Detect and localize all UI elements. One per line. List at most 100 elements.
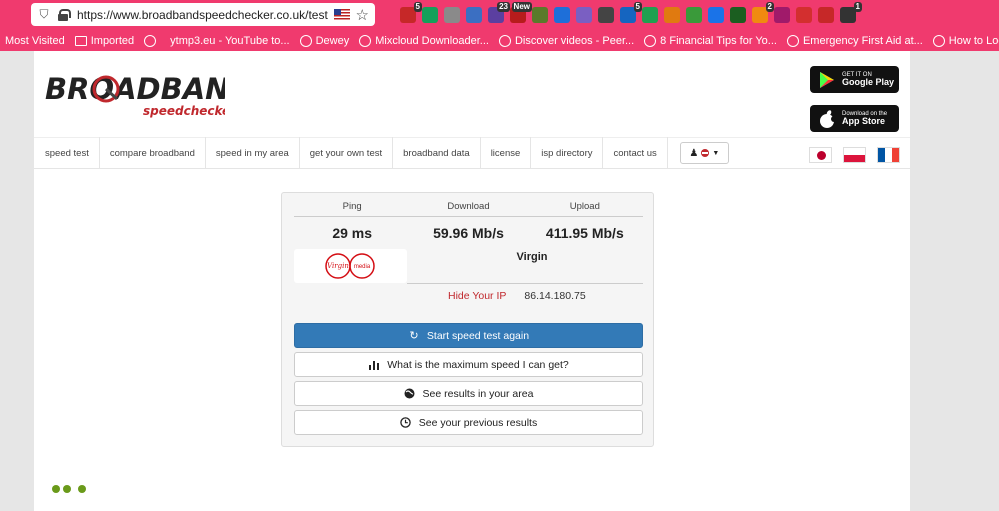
logo-graphic: BROADBAND speedchecker — [45, 72, 254, 118]
bookmark-item[interactable]: Imported — [74, 34, 135, 47]
star-outline-icon[interactable] — [598, 7, 614, 23]
honey-icon[interactable] — [664, 7, 680, 23]
start-speed-test-label: Start speed test again — [426, 329, 530, 342]
nav-get-your-own-test[interactable]: get your own test — [300, 137, 394, 169]
upload-label: Upload — [569, 201, 600, 212]
tracking-shield-icon[interactable]: ⛉ — [37, 7, 51, 22]
globe-icon — [498, 34, 511, 47]
us-flag-icon[interactable] — [333, 9, 350, 20]
hide-ip-link[interactable]: Hide Your IP — [448, 290, 506, 302]
folder-icon — [74, 35, 87, 46]
area-results-button[interactable]: See results in your area — [294, 381, 643, 406]
japan-flag-icon[interactable] — [809, 147, 832, 163]
bookmark-label: Emergency First Aid at... — [802, 34, 923, 47]
bookmark-label: Mixcloud Downloader... — [375, 34, 489, 47]
person-icon[interactable]: 1 — [840, 2, 862, 23]
arrows-icon[interactable] — [774, 7, 790, 23]
extension-badge: New — [511, 2, 532, 12]
max-speed-button[interactable]: What is the maximum speed I can get? — [294, 352, 643, 377]
bookmark-label: Imported — [90, 34, 135, 47]
ping-value: 29 ms — [332, 225, 373, 241]
clock-icon — [400, 417, 412, 429]
nav-broadband-data[interactable]: broadband data — [393, 137, 481, 169]
save-icon[interactable] — [708, 7, 724, 23]
previous-results-label: See your previous results — [418, 416, 538, 429]
bookmark-item[interactable]: How to Lock Pick / Bu... — [932, 34, 999, 47]
refresh-icon[interactable] — [642, 7, 658, 23]
web-page: BROADBAND speedchecker GET IT ONGoogle P… — [34, 51, 910, 511]
bookmark-item[interactable]: Most Visited — [5, 35, 65, 47]
network-icon[interactable] — [444, 7, 460, 23]
user-icon: ♟ — [689, 147, 699, 159]
url-text[interactable]: https://www.broadbandspeedchecker.co.uk/… — [77, 8, 328, 22]
owl-icon[interactable] — [532, 7, 548, 23]
broadband-speedchecker-logo[interactable]: BROADBAND speedchecker — [45, 69, 254, 119]
main-nav: speed test compare broadband speed in my… — [34, 137, 910, 169]
nav-isp-directory[interactable]: isp directory — [531, 137, 604, 169]
app-store-big: App Store — [842, 116, 886, 126]
virgin-logo-word: Virgin — [327, 262, 349, 270]
bookmark-item[interactable]: Emergency First Aid at... — [786, 34, 923, 47]
france-flag-icon[interactable] — [877, 147, 900, 163]
ip-address: 86.14.180.75 — [524, 289, 586, 302]
nav-speed-test[interactable]: speed test — [34, 137, 100, 169]
address-bar[interactable]: ⛉ https://www.broadbandspeedchecker.co.u… — [31, 3, 375, 26]
extensions-bar: 5 23 New 5 2 1 — [400, 2, 862, 26]
bookmark-label: 8 Financial Tips for Yo... — [660, 34, 777, 47]
previous-results-button[interactable]: See your previous results — [294, 410, 643, 435]
shield-icon[interactable]: 5 — [620, 2, 642, 23]
app-store-button[interactable]: Download on the App Store — [810, 105, 899, 132]
puzzle-icon[interactable] — [576, 7, 592, 23]
poland-flag-icon[interactable] — [843, 147, 866, 163]
caret-down-icon: ▼ — [712, 149, 720, 157]
nav-contact-us[interactable]: contact us — [603, 137, 668, 169]
news-icon[interactable]: New — [510, 2, 532, 23]
bookmark-label: ytmp3.eu - YouTube to... — [170, 34, 290, 47]
bookmark-label: How to Lock Pick / Bu... — [948, 34, 999, 47]
browser-toolbar: ⛉ https://www.broadbandspeedchecker.co.u… — [0, 0, 999, 30]
bar-chart-icon — [368, 359, 380, 371]
t-icon[interactable] — [796, 7, 812, 23]
nav-license[interactable]: license — [481, 137, 532, 169]
tab-icon[interactable] — [466, 7, 482, 23]
ublock-icon[interactable]: 5 — [400, 2, 422, 23]
extension-badge: 5 — [413, 2, 422, 12]
mail-icon[interactable]: 23 — [488, 2, 510, 23]
green-box-icon[interactable] — [686, 7, 702, 23]
bookmark-item[interactable]: Discover videos - Peer... — [498, 34, 635, 47]
extension-badge: 2 — [765, 2, 774, 12]
isp-logo: Virgin media — [294, 249, 407, 283]
user-dropdown[interactable]: ♟ ▼ — [679, 142, 729, 164]
grammarly-icon[interactable] — [422, 7, 438, 23]
bookmark-label: Discover videos - Peer... — [514, 34, 635, 47]
loading-dots — [52, 485, 86, 493]
logo-sub: speedchecker — [143, 104, 225, 118]
refresh-icon: ↻ — [409, 330, 419, 342]
fox-icon[interactable]: 2 — [752, 2, 774, 23]
s-red-icon[interactable] — [818, 7, 834, 23]
upload-value: 411.95 Mb/s — [545, 225, 624, 241]
isp-name: Virgin — [516, 251, 548, 263]
google-play-icon — [816, 69, 838, 91]
bookmark-item[interactable]: ytmp3.eu - YouTube to... — [170, 35, 289, 47]
start-speed-test-button[interactable]: ↻ Start speed test again — [294, 323, 643, 348]
loading-dot — [52, 485, 60, 493]
bookmark-item[interactable]: Dewey — [299, 34, 350, 47]
bookmark-star-icon[interactable]: ☆ — [356, 6, 369, 24]
bookmark-item[interactable]: 8 Financial Tips for Yo... — [644, 34, 777, 47]
extension-badge: 23 — [497, 2, 510, 12]
lock-icon[interactable] — [57, 8, 71, 21]
nav-speed-in-my-area[interactable]: speed in my area — [206, 137, 300, 169]
nav-compare-broadband[interactable]: compare broadband — [100, 137, 206, 169]
media-logo-word: media — [353, 264, 370, 270]
bookmarks-bar: Most Visited Imported ytmp3.eu - YouTube t… — [0, 30, 999, 51]
download-label: Download — [447, 201, 490, 212]
s-icon[interactable] — [554, 7, 570, 23]
bookmark-label: Dewey — [315, 34, 350, 47]
globe-icon — [299, 34, 312, 47]
bookmark-item[interactable] — [144, 34, 160, 47]
globe-icon — [644, 34, 657, 47]
google-play-button[interactable]: GET IT ON Google Play — [810, 66, 899, 93]
v-shield-icon[interactable] — [730, 7, 746, 23]
bookmark-item[interactable]: Mixcloud Downloader... — [359, 34, 489, 47]
